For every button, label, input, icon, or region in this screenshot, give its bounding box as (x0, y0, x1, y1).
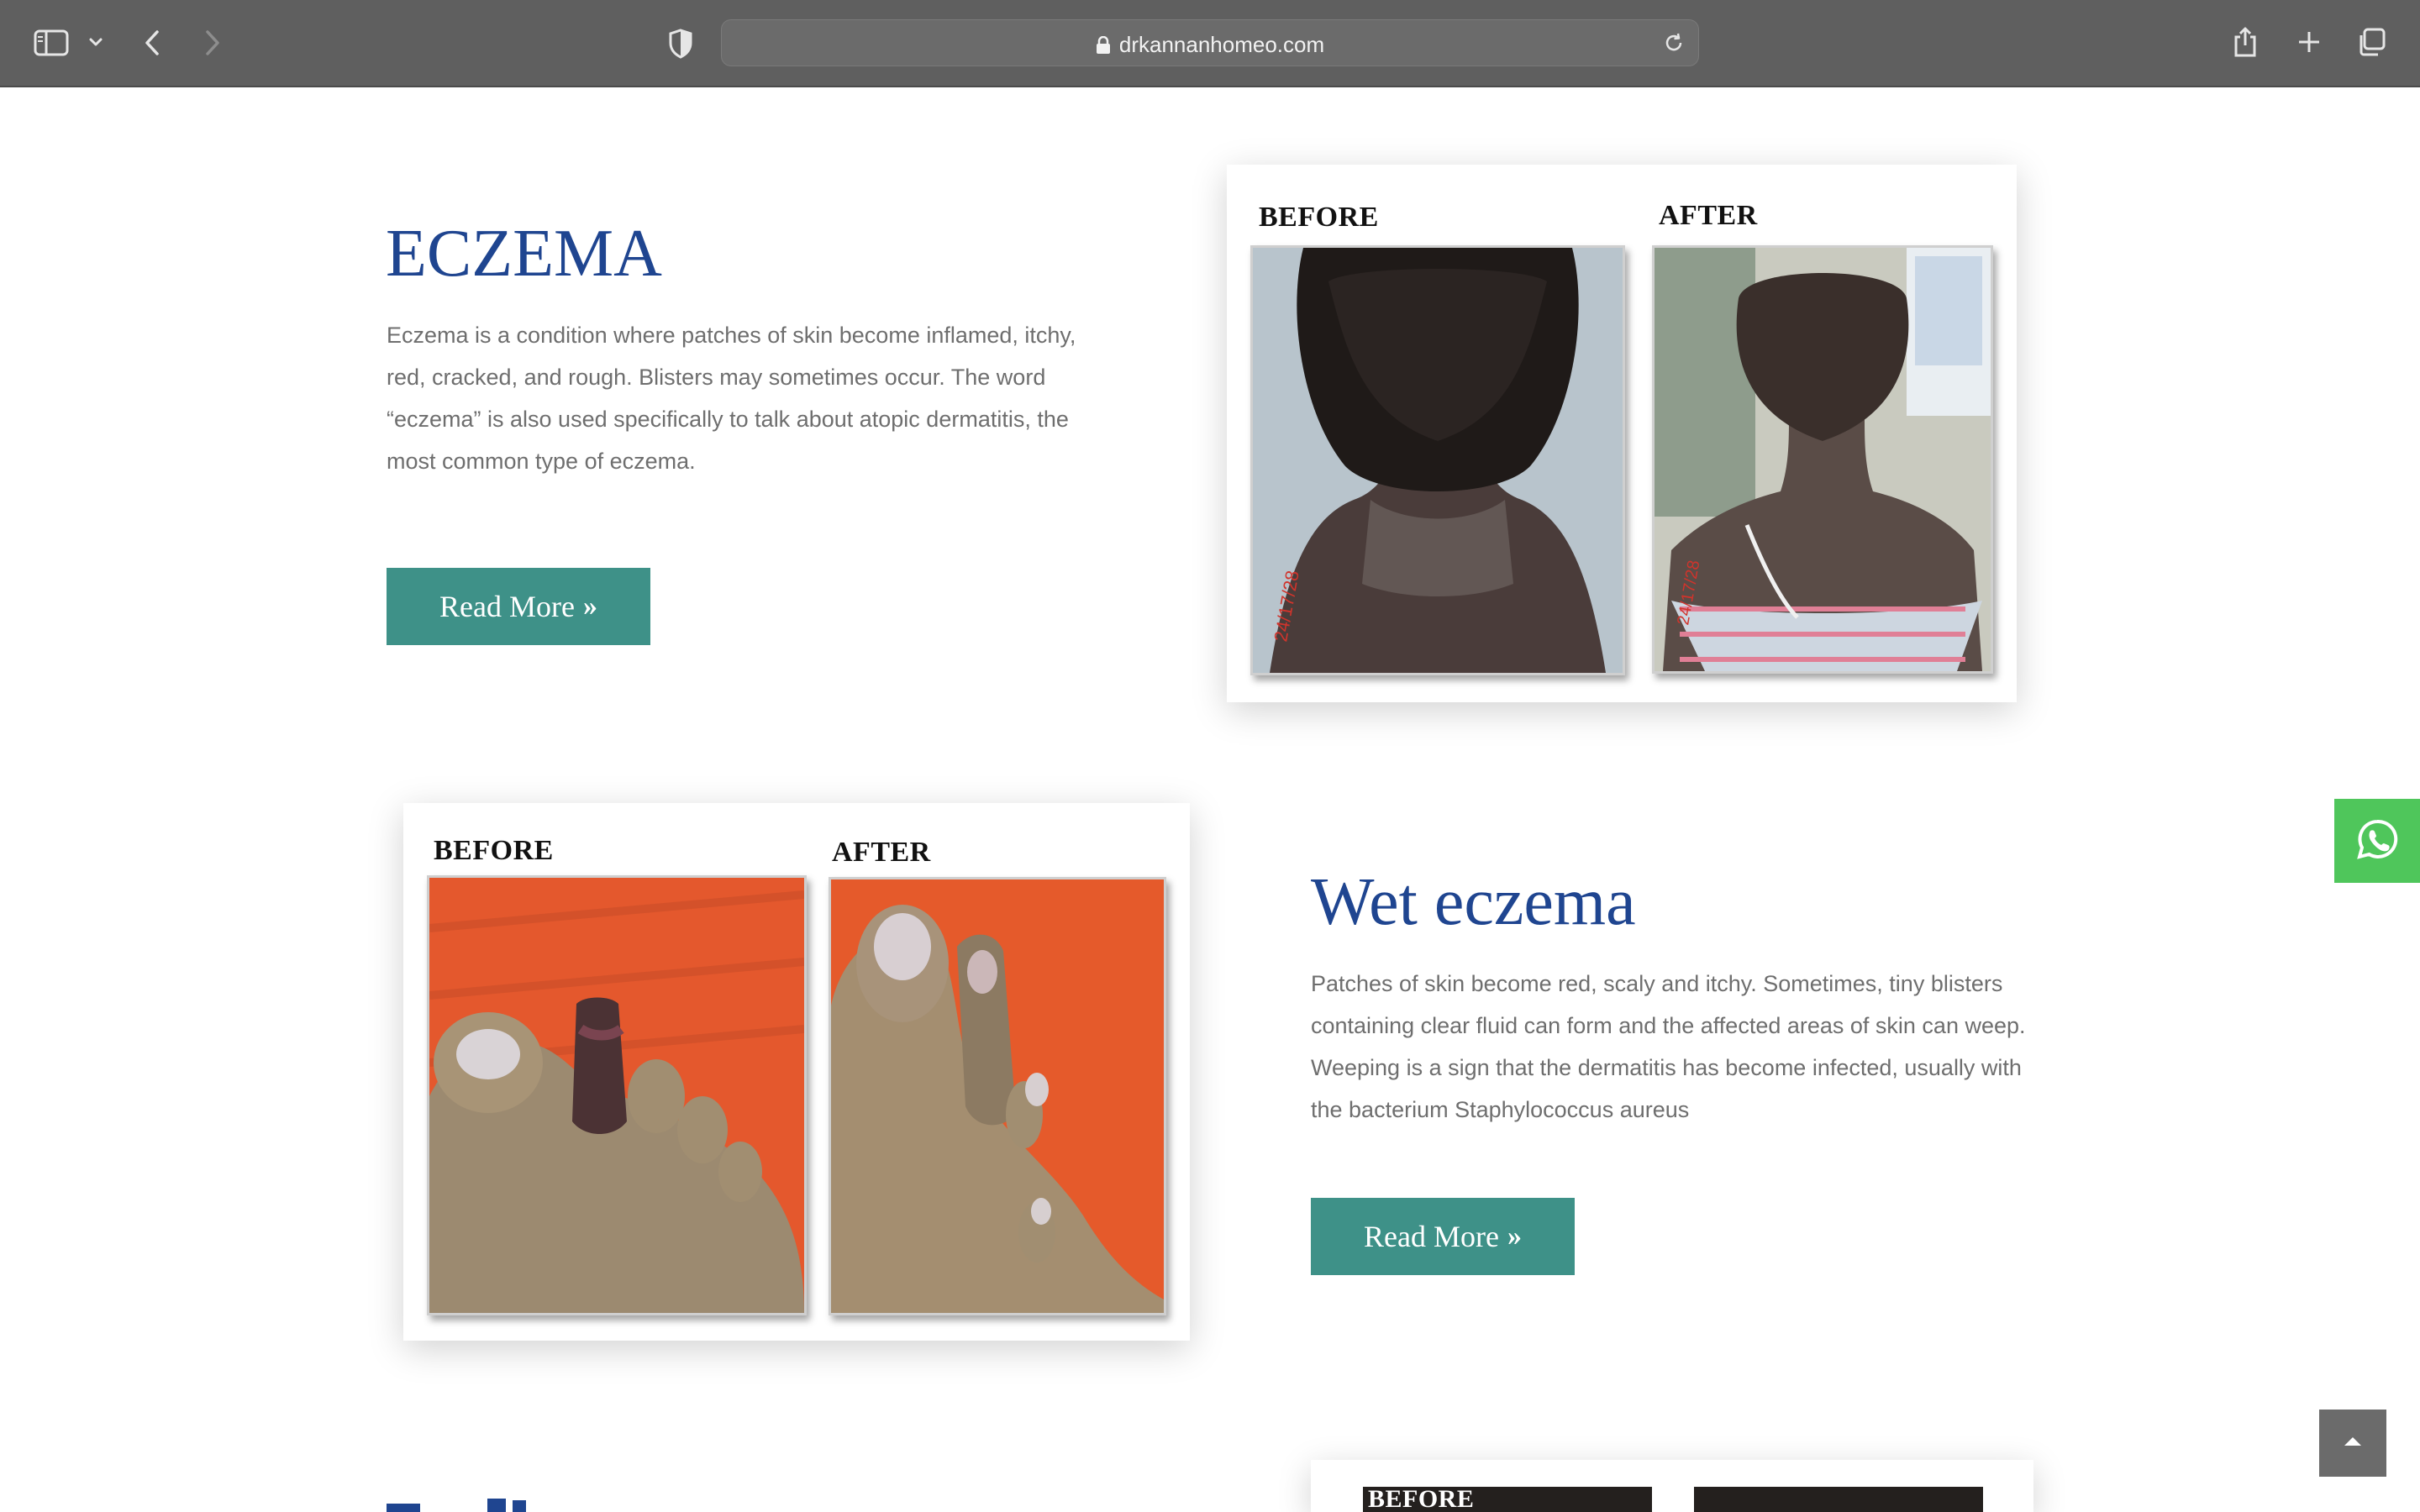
new-tab-icon[interactable] (2294, 27, 2324, 57)
whatsapp-icon (2355, 817, 2399, 865)
before-after-card-wet-eczema: BEFORE AFTER (403, 803, 1190, 1341)
after-label: AFTER (832, 837, 931, 868)
read-more-label: Read More (439, 590, 575, 623)
back-icon[interactable] (139, 27, 165, 59)
after-label: AFTER (1659, 200, 1758, 231)
before-after-card-partial: BEFORE (1311, 1460, 2033, 1512)
read-more-button-wet-eczema[interactable]: Read More » (1311, 1198, 1575, 1275)
after-photo-foot (829, 877, 1166, 1315)
read-more-button-eczema[interactable]: Read More » (387, 568, 650, 645)
tab-overview-icon[interactable] (2354, 25, 2388, 59)
double-chevron-right-icon: » (582, 591, 597, 622)
double-chevron-right-icon: » (1507, 1221, 1522, 1252)
read-more-label: Read More (1364, 1220, 1499, 1253)
scroll-to-top-button[interactable] (2319, 1410, 2386, 1477)
after-photo-partial (1694, 1487, 1983, 1512)
before-label: BEFORE (434, 835, 554, 866)
browser-toolbar: drkannanhomeo.com (0, 0, 2420, 87)
before-label: BEFORE (1368, 1485, 1475, 1512)
sidebar-toggle-icon[interactable] (32, 27, 71, 59)
section-title-wet-eczema: Wet eczema (1311, 865, 1636, 939)
lock-icon (1096, 34, 1111, 60)
chevron-up-icon (2343, 1435, 2363, 1452)
address-bar[interactable]: drkannanhomeo.com (721, 19, 1699, 66)
reload-icon[interactable] (1661, 30, 1686, 55)
privacy-shield-icon[interactable] (666, 27, 696, 60)
before-label: BEFORE (1259, 202, 1379, 233)
section-title-partial (387, 1499, 563, 1512)
share-icon[interactable] (2230, 24, 2260, 60)
before-photo-foot (427, 875, 807, 1315)
forward-icon[interactable] (200, 27, 225, 59)
chevron-down-icon[interactable] (86, 32, 106, 52)
before-after-card-eczema: BEFORE AFTER 24/17/28 24/17/28 (1227, 165, 2017, 702)
url-text: drkannanhomeo.com (1118, 32, 1325, 57)
section-title-eczema: ECZEMA (386, 217, 662, 291)
before-photo-neck: 24/17/28 (1250, 245, 1625, 675)
section-description-wet-eczema: Patches of skin become red, scaly and it… (1311, 971, 2026, 1122)
whatsapp-button[interactable] (2334, 799, 2420, 883)
section-description-eczema: Eczema is a condition where patches of s… (387, 323, 1076, 474)
after-photo-neck: 24/17/28 (1652, 245, 1993, 674)
